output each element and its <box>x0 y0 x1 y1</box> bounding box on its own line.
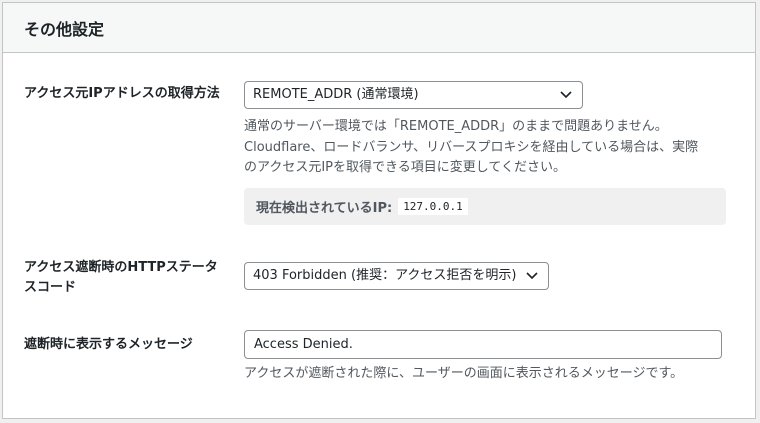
detected-ip-value: 127.0.0.1 <box>398 197 468 215</box>
settings-panel: その他設定 アクセス元IPアドレスの取得方法 REMOTE_ADDR (通常環境… <box>2 2 756 419</box>
ip-source-description: 通常のサーバー環境では「REMOTE_ADDR」のままで問題ありません。 Clo… <box>244 117 726 179</box>
block-message-field: Access Denied. アクセスが遮断された際に、ユーザーの画面に表示され… <box>244 330 722 385</box>
block-message-input[interactable]: Access Denied. <box>244 330 722 359</box>
ip-source-desc-line: のアクセス元IPを取得できる項目に変更してください。 <box>244 160 566 175</box>
chevron-down-icon <box>526 272 538 280</box>
ip-source-select[interactable]: REMOTE_ADDR (通常環境) <box>244 81 583 109</box>
section-title: その他設定 <box>24 19 105 39</box>
http-status-label: アクセス遮断時のHTTPステータスコード <box>24 260 218 295</box>
block-message-label: 遮断時に表示するメッセージ <box>24 337 193 352</box>
block-message-description: アクセスが遮断された際に、ユーザーの画面に表示されるメッセージです。 <box>244 366 684 381</box>
panel-header: その他設定 <box>3 3 755 53</box>
ip-source-selected: REMOTE_ADDR (通常環境) <box>253 87 419 102</box>
http-status-selected: 403 Forbidden (推奨：アクセス拒否を明示) <box>253 268 517 283</box>
http-status-select[interactable]: 403 Forbidden (推奨：アクセス拒否を明示) <box>244 262 549 290</box>
detected-ip-box: 現在検出されているIP: 127.0.0.1 <box>244 187 726 225</box>
ip-source-desc-line: 通常のサーバー環境では「REMOTE_ADDR」のままで問題ありません。 <box>244 119 668 134</box>
chevron-down-icon <box>560 91 572 99</box>
ip-source-field: REMOTE_ADDR (通常環境) 通常のサーバー環境では「REMOTE_AD… <box>244 81 726 225</box>
detected-ip-label: 現在検出されているIP: <box>256 200 393 216</box>
http-status-field: 403 Forbidden (推奨：アクセス拒否を明示) <box>244 262 549 290</box>
ip-source-label: アクセス元IPアドレスの取得方法 <box>24 86 220 101</box>
ip-source-desc-line: Cloudflare、ロードバランサ、リバースプロキシを経由している場合は、実際 <box>244 139 699 155</box>
